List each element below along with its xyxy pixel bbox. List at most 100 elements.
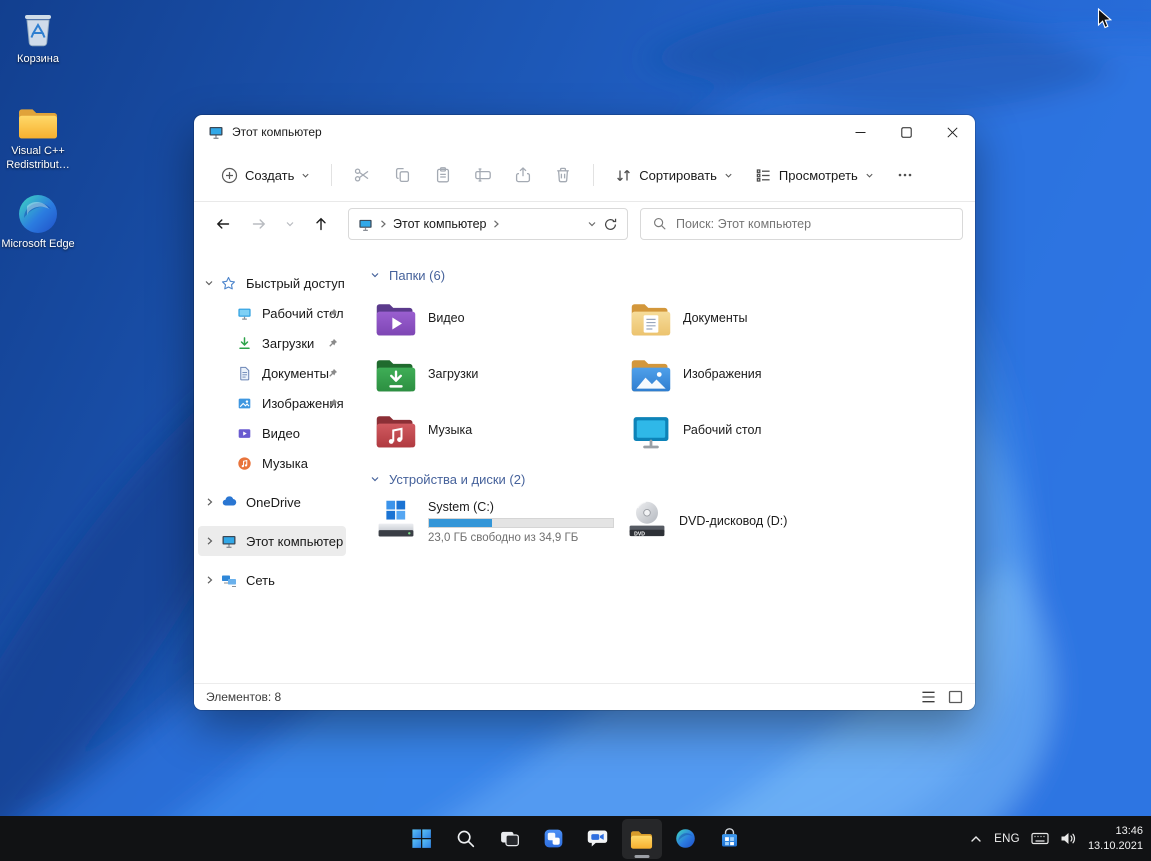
folder-tile-downloads[interactable]: Загрузки xyxy=(370,346,625,402)
address-bar[interactable]: Этот компьютер xyxy=(348,208,628,240)
store-icon xyxy=(721,828,738,847)
folder-tile-music[interactable]: Музыка xyxy=(370,402,625,458)
file-explorer-icon xyxy=(630,830,653,849)
desktop-icon-edge[interactable]: Microsoft Edge xyxy=(0,193,76,252)
chevron-right-icon xyxy=(207,498,212,506)
star-icon xyxy=(221,276,236,289)
sort-button[interactable]: Сортировать xyxy=(604,157,744,193)
back-button[interactable] xyxy=(206,208,240,240)
details-view-button[interactable] xyxy=(921,690,936,704)
language-indicator[interactable]: ENG xyxy=(994,833,1020,845)
copy-button[interactable] xyxy=(383,157,423,193)
view-button[interactable]: Просмотреть xyxy=(744,157,885,193)
view-button-label: Просмотреть xyxy=(778,167,858,183)
chevron-down-icon xyxy=(286,222,294,227)
share-icon xyxy=(515,167,531,183)
folder-tile-videos[interactable]: Видео xyxy=(370,290,625,346)
file-explorer-button[interactable] xyxy=(621,818,662,859)
documents-folder-icon xyxy=(631,304,671,336)
this-pc-icon xyxy=(209,127,223,139)
drive-tile-c[interactable]: System (C:) 23,0 ГБ свободно из 34,9 ГБ xyxy=(370,498,625,544)
edge-icon xyxy=(676,829,695,848)
paste-button[interactable] xyxy=(423,157,463,193)
minimize-button[interactable] xyxy=(837,115,883,149)
desktop-icon-recycle-bin[interactable]: Корзина xyxy=(0,8,76,67)
chevron-right-icon xyxy=(494,220,500,228)
pictures-icon xyxy=(238,398,251,408)
cut-button[interactable] xyxy=(342,157,382,193)
chat-button[interactable] xyxy=(578,819,618,859)
folder-tile-desktop[interactable]: Рабочий стол xyxy=(625,402,880,458)
pin-icon xyxy=(329,368,338,377)
forward-button[interactable] xyxy=(242,208,276,240)
search-box[interactable]: Поиск: Этот компьютер xyxy=(640,208,963,240)
new-button[interactable]: Создать xyxy=(210,157,321,193)
maximize-button[interactable] xyxy=(883,115,929,149)
widgets-button[interactable] xyxy=(534,819,574,859)
document-icon xyxy=(240,366,250,380)
rename-button[interactable] xyxy=(463,157,503,193)
sidebar-item-desktop[interactable]: Рабочий стол xyxy=(198,298,346,328)
folder-tile-pictures[interactable]: Изображения xyxy=(625,346,880,402)
sidebar-item-music[interactable]: Музыка xyxy=(198,448,346,478)
toolbar-separator xyxy=(593,164,595,186)
address-dropdown-icon[interactable] xyxy=(587,219,597,229)
downloads-folder-icon xyxy=(376,360,416,392)
store-button[interactable] xyxy=(710,819,750,859)
group-header-devices[interactable]: Устройства и диски (2) xyxy=(370,464,975,494)
breadcrumb-this-pc[interactable]: Этот компьютер xyxy=(393,217,486,231)
task-view-button[interactable] xyxy=(490,819,530,859)
sidebar-item-onedrive[interactable]: OneDrive xyxy=(198,487,346,517)
titlebar[interactable]: Этот компьютер xyxy=(194,115,975,149)
touch-keyboard-icon[interactable] xyxy=(1031,831,1049,846)
tile-label: Видео xyxy=(428,311,465,325)
large-icons-view-button[interactable] xyxy=(948,690,963,704)
group-header-folders[interactable]: Папки (6) xyxy=(370,260,975,290)
sidebar-item-videos[interactable]: Видео xyxy=(198,418,346,448)
up-button[interactable] xyxy=(304,208,338,240)
sidebar-item-this-pc[interactable]: Этот компьютер xyxy=(198,526,346,556)
plus-circle-icon xyxy=(221,167,238,183)
window-title: Этот компьютер xyxy=(232,125,322,139)
sidebar-item-quick-access[interactable]: Быстрый доступ xyxy=(198,268,346,298)
clock[interactable]: 13:46 13.10.2021 xyxy=(1088,824,1143,854)
sort-button-label: Сортировать xyxy=(639,167,717,183)
pictures-folder-icon xyxy=(631,360,671,392)
recent-locations-button[interactable] xyxy=(278,208,302,240)
sidebar-item-documents[interactable]: Документы xyxy=(198,358,346,388)
window-body: Быстрый доступ Рабочий стол Загрузки Док… xyxy=(194,246,975,683)
navigation-pane: Быстрый доступ Рабочий стол Загрузки Док… xyxy=(194,246,350,683)
sidebar-item-downloads[interactable]: Загрузки xyxy=(198,328,346,358)
drive-tile-dvd[interactable]: DVD DVD-дисковод (D:) xyxy=(625,498,945,544)
start-button[interactable] xyxy=(402,819,442,859)
folder-tile-documents[interactable]: Документы xyxy=(625,290,880,346)
system-drive-icon xyxy=(378,500,414,537)
arrow-left-icon xyxy=(216,219,230,229)
tile-label: Музыка xyxy=(428,423,473,437)
toolbar-separator xyxy=(331,164,333,186)
tray-overflow-button[interactable] xyxy=(969,832,983,846)
caption-buttons xyxy=(837,115,975,149)
search-placeholder: Поиск: Этот компьютер xyxy=(676,217,812,231)
sidebar-item-pictures[interactable]: Изображения xyxy=(198,388,346,418)
desktop-icon-visual-cpp[interactable]: Visual C++ Redistribut… xyxy=(0,104,76,173)
edge-button[interactable] xyxy=(666,819,706,859)
folder-icon xyxy=(19,109,57,139)
group-header-label: Устройства и диски (2) xyxy=(389,471,526,487)
chevron-down-icon xyxy=(302,173,309,178)
refresh-icon[interactable] xyxy=(603,217,618,232)
share-button[interactable] xyxy=(503,157,543,193)
sidebar-item-network[interactable]: Сеть xyxy=(198,565,346,595)
search-button[interactable] xyxy=(446,819,486,859)
volume-icon[interactable] xyxy=(1060,831,1077,846)
delete-button[interactable] xyxy=(543,157,583,193)
desktop-icon-label: Корзина xyxy=(17,53,59,65)
music-icon xyxy=(238,456,251,470)
drive-usage-bar xyxy=(428,518,614,528)
more-options-button[interactable] xyxy=(885,157,925,193)
close-button[interactable] xyxy=(929,115,975,149)
edge-icon xyxy=(19,195,57,233)
search-icon xyxy=(457,830,474,847)
sidebar-item-label: OneDrive xyxy=(246,494,301,510)
chevron-down-icon xyxy=(205,281,213,286)
